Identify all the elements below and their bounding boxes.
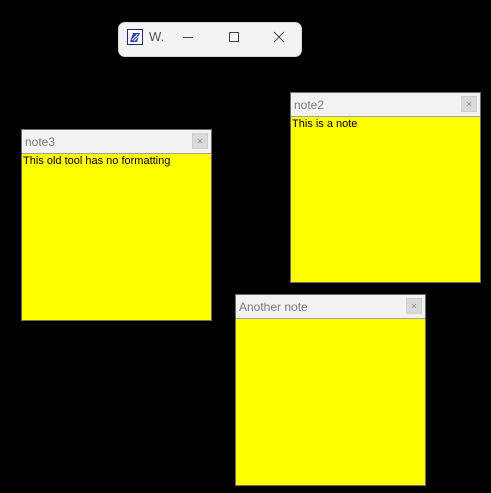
close-icon [197,138,203,144]
note-close-button[interactable] [192,133,208,149]
main-window[interactable]: W. [118,22,302,57]
close-icon [466,101,472,107]
desktop: W. note3 This old tool has no formatting… [0,0,491,493]
note-window[interactable]: note3 This old tool has no formatting [21,129,212,321]
note-titlebar[interactable]: Another note [236,295,425,319]
note-window[interactable]: Another note [235,294,426,486]
close-button[interactable] [267,27,291,47]
close-icon [273,31,285,43]
maximize-icon [229,32,239,42]
note-text-area[interactable] [236,319,425,485]
note-text-area[interactable]: This old tool has no formatting [22,154,211,320]
note-close-button[interactable] [461,96,477,112]
note-title: note2 [294,98,325,112]
note-titlebar[interactable]: note2 [291,93,480,117]
note-close-button[interactable] [406,298,422,314]
note-title: Another note [239,300,308,314]
notepad-app-icon[interactable] [127,29,143,45]
minimize-button[interactable] [176,27,200,47]
note-titlebar[interactable]: note3 [22,130,211,154]
note-text-area[interactable]: This is a note [291,117,480,282]
note-window[interactable]: note2 This is a note [290,92,481,283]
close-icon [411,303,417,309]
minimize-icon [183,37,193,38]
note-title: note3 [25,135,56,149]
maximize-button[interactable] [222,27,246,47]
window-title: W. [149,29,165,44]
